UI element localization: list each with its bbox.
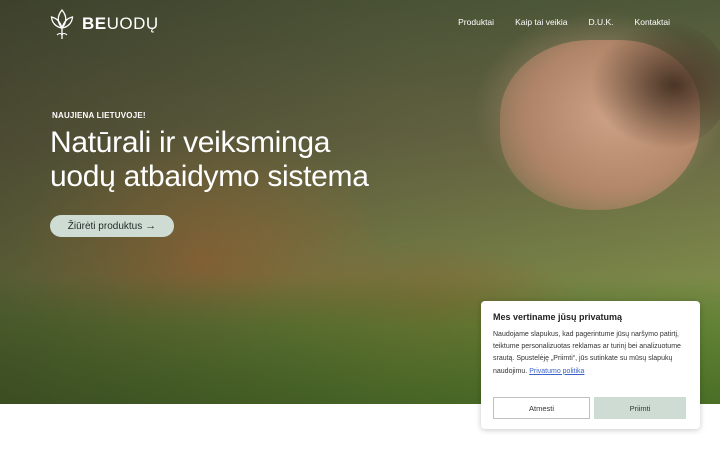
- logo-text: BEUODŲ: [82, 14, 159, 33]
- view-products-button[interactable]: Žiūrėti produktus →: [50, 215, 174, 237]
- arrow-right-icon: →: [145, 220, 157, 232]
- hero-kicker: NAUJIENA LIETUVOJE!: [52, 111, 146, 120]
- hero-headline-line-1: Natūrali ir veiksminga: [50, 126, 331, 159]
- view-products-label: Žiūrėti produktus: [67, 220, 143, 232]
- cookie-buttons: Atmesti Priimti: [493, 397, 686, 419]
- privacy-policy-link[interactable]: Privatumo politika: [529, 368, 584, 375]
- accept-button[interactable]: Priimti: [594, 397, 686, 419]
- leaf-lotus-icon: [50, 8, 74, 39]
- cookie-title: Mes vertiname jūsų privatumą: [493, 312, 623, 322]
- hero-headline: Natūrali ir veiksminga uodų atbaidymo si…: [50, 126, 470, 194]
- cookie-consent-dialog: Mes vertiname jūsų privatumą Naudojame s…: [481, 301, 700, 429]
- cookie-body: Naudojame slapukus, kad pagerintume jūsų…: [493, 331, 681, 375]
- nav-item-produktai[interactable]: Produktai: [458, 17, 494, 27]
- nav-item-duk[interactable]: D.U.K.: [589, 17, 614, 27]
- cookie-text: Naudojame slapukus, kad pagerintume jūsų…: [493, 329, 689, 378]
- nav-item-kaip-tai-veikia[interactable]: Kaip tai veikia: [515, 17, 567, 27]
- nav-item-kontaktai[interactable]: Kontaktai: [635, 17, 670, 27]
- hero-headline-line-2: uodų atbaidymo sistema: [50, 160, 369, 193]
- site-logo[interactable]: BEUODŲ: [50, 8, 159, 40]
- decline-button[interactable]: Atmesti: [493, 397, 590, 419]
- main-nav: Produktai Kaip tai veikia D.U.K. Kontakt…: [458, 17, 670, 27]
